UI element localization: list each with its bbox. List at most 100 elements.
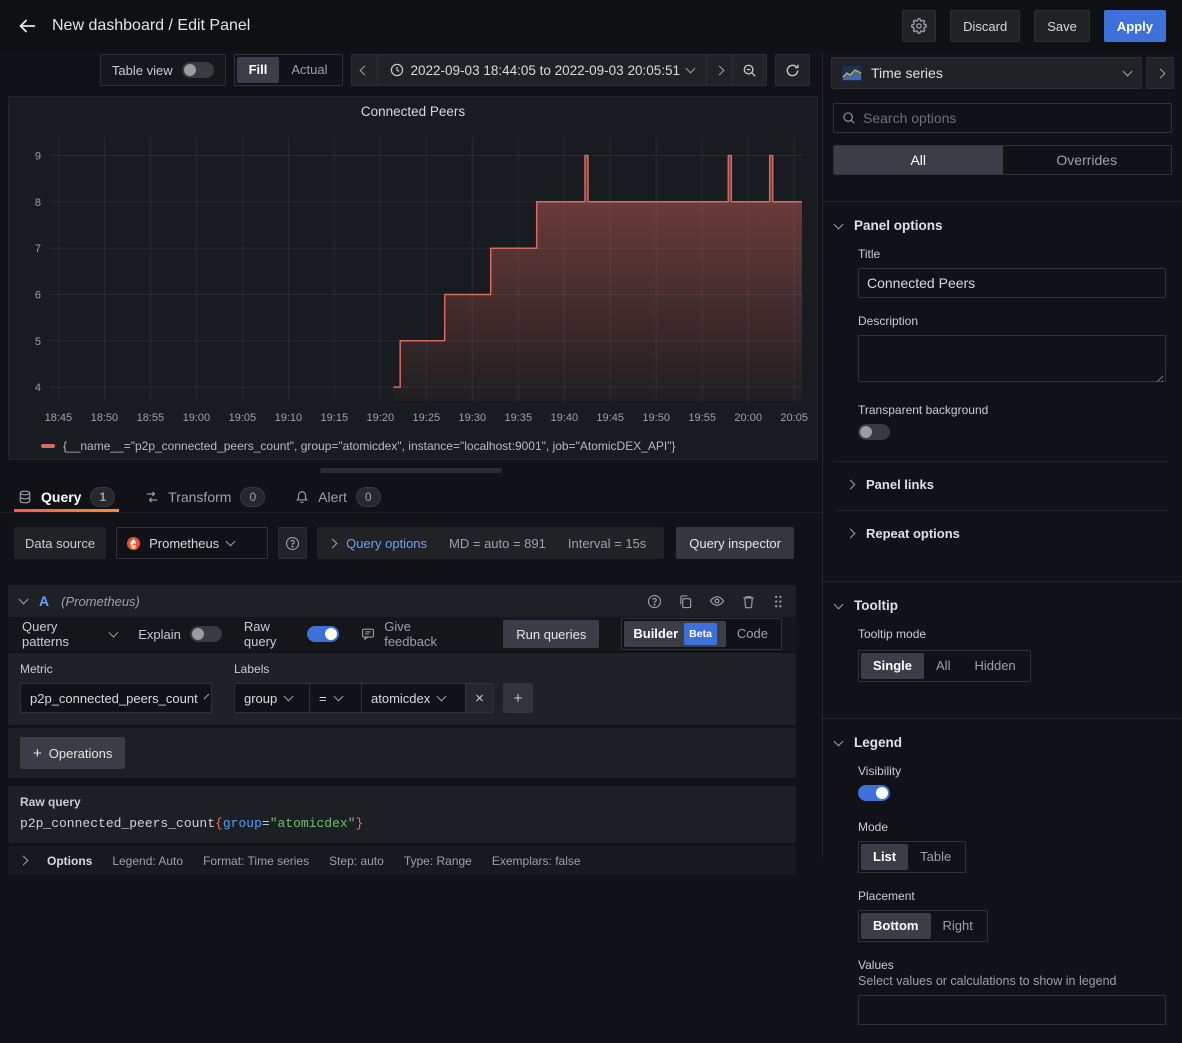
datasource-select[interactable]: Prometheus	[116, 527, 268, 559]
chevron-down-icon	[834, 599, 844, 609]
table-view-toggle[interactable]	[182, 62, 214, 78]
chevron-down-icon	[437, 692, 447, 702]
raw-label-key: group	[223, 816, 262, 831]
legend-mode-list[interactable]: List	[861, 844, 908, 870]
eye-icon[interactable]	[709, 593, 725, 609]
tab-transform[interactable]: Transform 0	[145, 482, 265, 512]
tab-query[interactable]: Query 1	[18, 482, 115, 512]
repeat-options-section[interactable]: Repeat options	[835, 510, 1168, 545]
raw-open-brace: {	[215, 816, 223, 831]
give-feedback-link[interactable]: Give feedback	[361, 619, 459, 649]
metric-select[interactable]: p2p_connected_peers_count	[20, 683, 212, 713]
explain-toggle[interactable]	[190, 626, 222, 642]
query-options-footer[interactable]: Options Legend: Auto Format: Time series…	[8, 846, 796, 875]
query-inspector-button[interactable]: Query inspector	[676, 527, 794, 559]
query-patterns-dropdown[interactable]: Query patterns	[22, 619, 116, 649]
legend-series-label[interactable]: {__name__="p2p_connected_peers_count", g…	[63, 439, 675, 453]
time-shift-forward-button[interactable]	[707, 54, 733, 86]
tab-all[interactable]: All	[834, 146, 1003, 174]
section-legend: Legend Visibility Mode List Table Placem…	[823, 718, 1182, 1043]
metric-value: p2p_connected_peers_count	[30, 691, 198, 706]
svg-text:6: 6	[35, 290, 41, 302]
add-operations-button[interactable]: + Operations	[20, 737, 125, 769]
trash-icon[interactable]	[741, 594, 756, 609]
metric-field: Metric p2p_connected_peers_count	[20, 662, 212, 713]
panel-toolbar: Table view Fill Actual 2022-09-03 18:44:…	[100, 53, 810, 87]
query-datasource-hint: (Prometheus)	[61, 594, 140, 609]
discard-button[interactable]: Discard	[950, 10, 1020, 42]
pane-splitter-handle[interactable]	[320, 468, 502, 473]
chevron-right-icon	[846, 480, 856, 490]
visualization-name: Time series	[871, 65, 1115, 81]
svg-text:19:25: 19:25	[413, 412, 441, 424]
legend-placement-group: Bottom Right	[858, 910, 988, 942]
datasource-name: Prometheus	[149, 536, 219, 551]
save-button[interactable]: Save	[1034, 10, 1090, 42]
legend-header[interactable]: Legend	[835, 735, 1168, 750]
svg-text:19:00: 19:00	[183, 412, 211, 424]
legend-placement-bottom[interactable]: Bottom	[861, 913, 931, 939]
time-zoom-out-button[interactable]	[733, 54, 767, 86]
panel-links-section[interactable]: Panel links	[835, 461, 1168, 492]
builder-code-segment: Builder Beta Code	[621, 618, 782, 650]
raw-query-toggle[interactable]	[307, 626, 339, 642]
tooltip-mode-hidden[interactable]: Hidden	[962, 653, 1027, 679]
tooltip-mode-single[interactable]: Single	[861, 653, 924, 679]
query-row-header[interactable]: A (Prometheus)	[8, 585, 796, 617]
label-value-select[interactable]: atomicdex	[362, 683, 466, 713]
remove-label-button[interactable]: ×	[466, 683, 494, 713]
builder-option[interactable]: Builder Beta	[624, 621, 726, 647]
label-operator-select[interactable]: =	[310, 683, 362, 713]
time-range-button[interactable]: 2022-09-03 18:44:05 to 2022-09-03 20:05:…	[378, 54, 707, 86]
collapse-chevron-icon[interactable]	[19, 595, 29, 605]
run-queries-button[interactable]: Run queries	[503, 620, 599, 648]
legend-visibility-toggle[interactable]	[858, 785, 890, 801]
tab-overrides[interactable]: Overrides	[1003, 146, 1172, 174]
chevron-down-icon	[284, 692, 294, 702]
chart-legend: {__name__="p2p_connected_peers_count", g…	[41, 439, 675, 453]
panel-description-textarea[interactable]	[858, 335, 1166, 382]
fit-option-actual[interactable]: Actual	[279, 57, 339, 83]
apply-button[interactable]: Apply	[1104, 10, 1166, 42]
svg-text:19:40: 19:40	[551, 412, 579, 424]
legend-mode-table[interactable]: Table	[908, 844, 963, 870]
legend-placement-right[interactable]: Right	[931, 913, 985, 939]
datasource-help-button[interactable]	[278, 527, 307, 559]
duplicate-icon[interactable]	[678, 594, 693, 609]
time-series-chart[interactable]: 45678918:4518:5018:5519:0019:0519:1019:1…	[16, 125, 810, 435]
search-options-input[interactable]	[863, 110, 1163, 126]
legend-heading: Legend	[854, 735, 902, 750]
timeseries-viz-icon	[842, 66, 862, 81]
query-builder-toolbar: Query patterns Explain Raw query Give fe…	[8, 617, 796, 651]
tab-alert[interactable]: Alert 0	[295, 482, 380, 512]
tooltip-header[interactable]: Tooltip	[835, 598, 1168, 613]
help-circle-icon	[285, 536, 300, 551]
time-shift-back-button[interactable]	[351, 54, 378, 86]
query-options-interval: Interval = 15s	[568, 536, 646, 551]
chevron-right-icon	[1155, 68, 1165, 78]
refresh-button[interactable]	[775, 54, 810, 86]
legend-values-input[interactable]	[858, 995, 1166, 1025]
panel-title-input[interactable]	[858, 268, 1166, 298]
chevron-down-icon	[686, 64, 696, 74]
tooltip-mode-all[interactable]: All	[924, 653, 962, 679]
panel-options-header[interactable]: Panel options	[835, 218, 1168, 233]
query-options-bar[interactable]: Query options MD = auto = 891 Interval =…	[317, 527, 664, 559]
drag-handle-icon[interactable]	[772, 594, 784, 609]
add-label-button[interactable]: +	[503, 683, 533, 713]
svg-text:19:50: 19:50	[642, 412, 670, 424]
transparent-background-toggle[interactable]	[858, 424, 890, 440]
label-name-select[interactable]: group	[234, 683, 310, 713]
beta-badge: Beta	[684, 623, 717, 645]
panel-settings-button[interactable]	[902, 10, 936, 42]
collapse-sidebar-button[interactable]	[1146, 57, 1174, 89]
svg-text:18:45: 18:45	[45, 412, 73, 424]
repeat-options-heading: Repeat options	[866, 526, 960, 541]
back-arrow-icon[interactable]	[16, 15, 38, 37]
visualization-picker[interactable]: Time series	[831, 57, 1142, 89]
fit-option-fill[interactable]: Fill	[237, 57, 280, 83]
code-option[interactable]: Code	[726, 621, 779, 647]
visibility-label: Visibility	[858, 764, 1166, 778]
help-circle-icon[interactable]	[647, 594, 662, 609]
tab-transform-label: Transform	[168, 489, 231, 505]
